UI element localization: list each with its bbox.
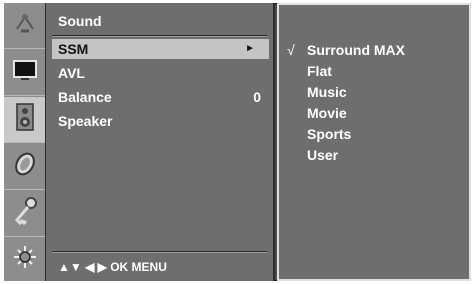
ssm-submenu-panel: √ Surround MAX Flat Music Movie Sports U… bbox=[277, 3, 471, 281]
menu-item-balance[interactable]: Balance 0 bbox=[52, 87, 269, 107]
antenna-icon bbox=[11, 9, 39, 42]
divider bbox=[52, 35, 267, 37]
submenu-item-label: Sports bbox=[307, 126, 352, 142]
right-arrow-icon: ► bbox=[245, 43, 255, 54]
balance-value: 0 bbox=[253, 89, 261, 105]
submenu-item-label: Flat bbox=[307, 63, 332, 79]
menu-item-ssm[interactable]: SSM ► bbox=[52, 39, 269, 59]
category-icon-column bbox=[4, 3, 46, 281]
category-picture[interactable] bbox=[4, 50, 45, 96]
check-icon: √ bbox=[287, 42, 295, 58]
category-channel[interactable] bbox=[4, 3, 45, 49]
divider bbox=[52, 251, 267, 253]
category-sound[interactable] bbox=[4, 97, 45, 143]
category-time[interactable] bbox=[4, 144, 45, 190]
category-lock[interactable] bbox=[4, 191, 45, 237]
submenu-item-label: User bbox=[307, 147, 339, 163]
clock-icon bbox=[11, 150, 39, 183]
speaker-icon bbox=[13, 102, 37, 137]
category-option[interactable] bbox=[4, 238, 45, 281]
menu-item-label: AVL bbox=[58, 65, 85, 81]
menu-item-label: Speaker bbox=[58, 113, 113, 129]
submenu-item-label: Music bbox=[307, 84, 347, 100]
settings-icon bbox=[11, 243, 39, 276]
submenu-item-sports[interactable]: Sports bbox=[307, 124, 351, 144]
key-icon bbox=[11, 196, 39, 231]
screen-icon bbox=[11, 58, 39, 87]
submenu-item-user[interactable]: User bbox=[307, 145, 338, 165]
submenu-item-flat[interactable]: Flat bbox=[307, 61, 332, 81]
submenu-item-music[interactable]: Music bbox=[307, 82, 347, 102]
submenu-item-label: Surround MAX bbox=[307, 42, 405, 58]
menu-item-avl[interactable]: AVL bbox=[52, 63, 269, 83]
submenu-item-movie[interactable]: Movie bbox=[307, 103, 347, 123]
menu-item-label: Balance bbox=[58, 89, 112, 105]
menu-item-label: SSM bbox=[58, 41, 89, 57]
menu-title: Sound bbox=[58, 13, 102, 29]
sound-menu-panel: Sound SSM ► AVL Balance 0 Speaker ▲▼ ◀ ▶… bbox=[46, 3, 275, 281]
submenu-item-label: Movie bbox=[307, 105, 347, 121]
navigation-hint: ▲▼ ◀ ▶ OK MENU bbox=[58, 260, 167, 274]
submenu-item-surround-max[interactable]: √ Surround MAX bbox=[287, 40, 405, 60]
menu-item-speaker[interactable]: Speaker bbox=[52, 111, 269, 131]
